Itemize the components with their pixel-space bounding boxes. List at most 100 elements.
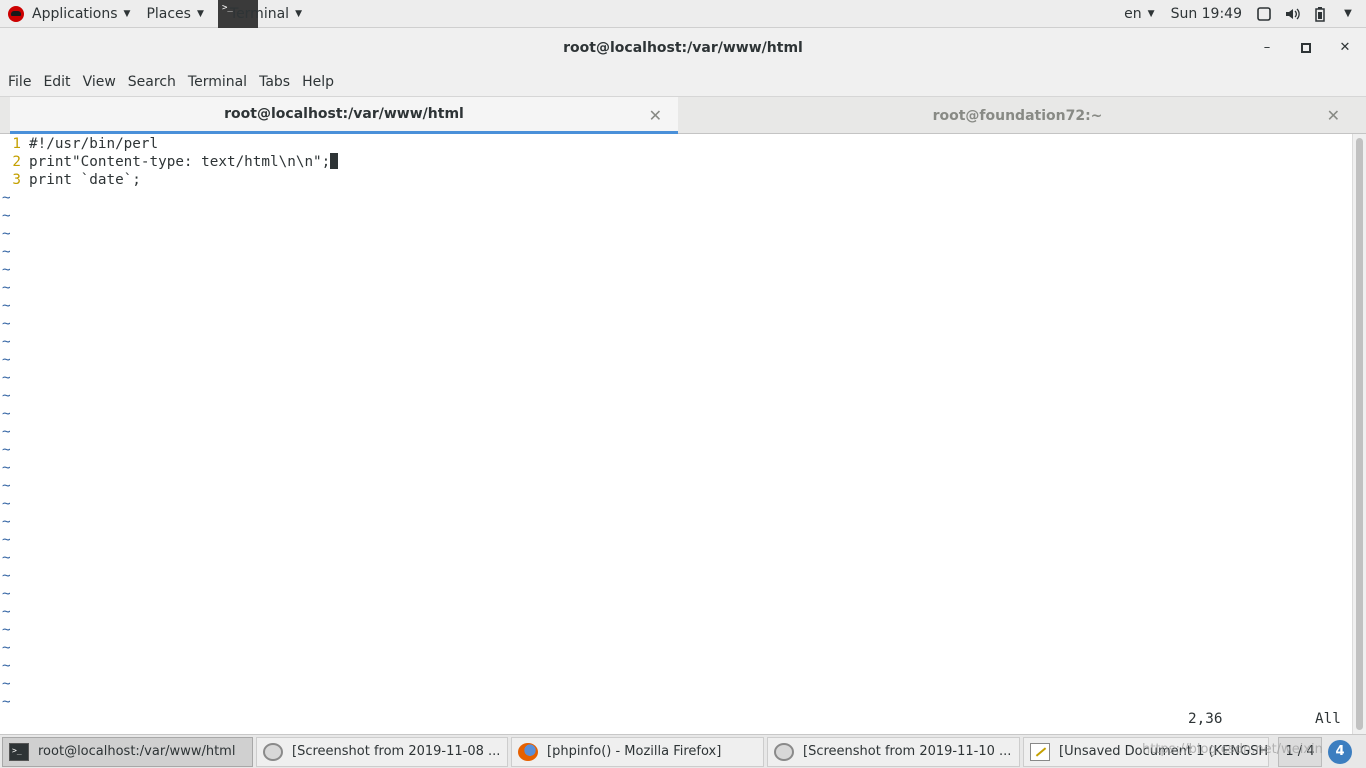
applications-menu[interactable]: Applications ▼	[0, 0, 138, 28]
empty-line-tilde: ~	[2, 370, 11, 386]
text-editor-icon	[1030, 742, 1050, 761]
menu-help[interactable]: Help	[302, 74, 344, 90]
chevron-down-icon: ▼	[196, 8, 204, 19]
code-line: 2 print"Content-type: text/html\n\n";	[0, 153, 339, 171]
menu-bar: File Edit View Search Terminal Tabs Help	[0, 68, 1366, 96]
tab-label: root@foundation72:~	[932, 107, 1103, 124]
empty-line-tilde: ~	[2, 496, 11, 512]
scroll-position: All	[1315, 711, 1341, 727]
notification-badge[interactable]: 4	[1328, 739, 1352, 764]
line-number: 3	[12, 172, 21, 188]
workspace-switcher[interactable]: 1 / 4	[1278, 736, 1322, 767]
empty-line-tilde: ~	[2, 388, 11, 404]
task-screenshot-1110[interactable]: [Screenshot from 2019-11-10 ...	[767, 736, 1020, 767]
code-text: print `date`;	[29, 172, 141, 188]
task-text-editor[interactable]: [Unsaved Document 1 (KENGSH...	[1023, 736, 1269, 767]
empty-line-tilde: ~	[2, 622, 11, 638]
close-icon[interactable]: ✕	[1327, 106, 1340, 125]
menu-view[interactable]: View	[83, 74, 126, 90]
top-bar: Applications ▼ Places ▼ >_ Terminal ▼ en…	[0, 0, 1366, 28]
power-menu-arrow-icon[interactable]: ▼	[1340, 6, 1356, 22]
chevron-down-icon: ▼	[1147, 8, 1155, 19]
empty-line-tilde: ~	[2, 640, 11, 656]
terminal-app-label: Terminal	[229, 5, 290, 22]
empty-line-tilde: ~	[2, 334, 11, 350]
task-label: root@localhost:/var/www/html	[38, 744, 236, 759]
task-firefox[interactable]: [phpinfo() - Mozilla Firefox]	[511, 736, 764, 767]
empty-line-tilde: ~	[2, 244, 11, 260]
empty-line-tilde: ~	[2, 208, 11, 224]
menu-tabs[interactable]: Tabs	[259, 74, 300, 90]
redhat-icon	[8, 5, 24, 22]
task-label: [Screenshot from 2019-11-08 ...	[292, 744, 501, 759]
empty-line-tilde: ~	[2, 298, 11, 314]
battery-icon[interactable]	[1312, 6, 1328, 22]
empty-line-tilde: ~	[2, 406, 11, 422]
close-button[interactable]: ✕	[1335, 38, 1355, 58]
terminal-icon	[9, 742, 29, 761]
language-label: en	[1124, 5, 1142, 22]
volume-icon[interactable]	[1284, 6, 1300, 22]
task-label: [Unsaved Document 1 (KENGSH...	[1059, 744, 1269, 759]
code-line: 1 #!/usr/bin/perl	[0, 135, 158, 153]
menu-edit[interactable]: Edit	[43, 74, 80, 90]
code-text: print"Content-type: text/html\n\n";	[29, 154, 331, 170]
line-number: 2	[12, 154, 21, 170]
empty-line-tilde: ~	[2, 658, 11, 674]
empty-line-tilde: ~	[2, 586, 11, 602]
empty-line-tilde: ~	[2, 226, 11, 242]
empty-line-tilde: ~	[2, 676, 11, 692]
empty-line-tilde: ~	[2, 478, 11, 494]
minimize-button[interactable]: –	[1257, 38, 1277, 58]
display-icon[interactable]	[1256, 6, 1272, 22]
menu-terminal[interactable]: Terminal	[188, 74, 257, 90]
applications-label: Applications	[32, 5, 118, 22]
task-label: [Screenshot from 2019-11-10 ...	[803, 744, 1012, 759]
terminal-app-menu[interactable]: Terminal ▼	[222, 0, 310, 28]
task-screenshot-1108[interactable]: [Screenshot from 2019-11-08 ...	[256, 736, 508, 767]
window-titlebar[interactable]: root@localhost:/var/www/html – ✕	[0, 28, 1366, 68]
terminal-output[interactable]: 1 #!/usr/bin/perl 2 print"Content-type: te…	[0, 134, 1352, 734]
tab-foundation72[interactable]: root@foundation72:~ ✕	[679, 97, 1356, 134]
window-list: root@localhost:/var/www/html [Screenshot…	[0, 734, 1366, 768]
places-label: Places	[146, 5, 191, 22]
places-menu[interactable]: Places ▼	[138, 0, 211, 28]
empty-line-tilde: ~	[2, 442, 11, 458]
scrollbar-thumb[interactable]	[1356, 138, 1363, 730]
tab-localhost[interactable]: root@localhost:/var/www/html ✕	[10, 97, 678, 134]
task-terminal[interactable]: root@localhost:/var/www/html	[2, 736, 253, 767]
clock[interactable]: Sun 19:49	[1163, 0, 1250, 28]
code-line: 3 print `date`;	[0, 171, 141, 189]
empty-line-tilde: ~	[2, 604, 11, 620]
menu-search[interactable]: Search	[128, 74, 186, 90]
empty-line-tilde: ~	[2, 424, 11, 440]
close-icon[interactable]: ✕	[649, 106, 662, 125]
empty-line-tilde: ~	[2, 694, 11, 710]
window-title: root@localhost:/var/www/html	[563, 40, 803, 56]
clock-label: Sun 19:49	[1170, 5, 1242, 22]
language-selector[interactable]: en ▼	[1116, 0, 1162, 28]
empty-line-tilde: ~	[2, 190, 11, 206]
menu-file[interactable]: File	[8, 74, 41, 90]
text-cursor	[330, 153, 339, 169]
empty-line-tilde: ~	[2, 514, 11, 530]
line-number: 1	[12, 136, 21, 152]
firefox-icon	[518, 742, 538, 761]
empty-line-tilde: ~	[2, 460, 11, 476]
tab-bar: root@localhost:/var/www/html ✕ root@foun…	[0, 96, 1366, 134]
empty-line-tilde: ~	[2, 550, 11, 566]
empty-line-tilde: ~	[2, 316, 11, 332]
task-label: [phpinfo() - Mozilla Firefox]	[547, 744, 722, 759]
empty-line-tilde: ~	[2, 532, 11, 548]
empty-line-tilde: ~	[2, 262, 11, 278]
empty-line-tilde: ~	[2, 568, 11, 584]
code-text: #!/usr/bin/perl	[29, 136, 159, 152]
chevron-down-icon: ▼	[295, 8, 302, 19]
empty-line-tilde: ~	[2, 280, 11, 296]
maximize-button[interactable]	[1296, 38, 1316, 58]
screenshot-icon	[263, 742, 283, 761]
screenshot-icon	[774, 742, 794, 761]
scrollbar[interactable]	[1352, 134, 1366, 734]
tab-label: root@localhost:/var/www/html	[224, 106, 464, 122]
cursor-position: 2,36	[1188, 711, 1223, 727]
